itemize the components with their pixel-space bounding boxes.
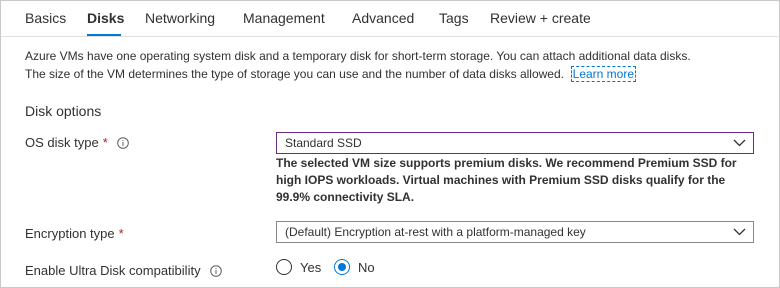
tab-review-create[interactable]: Review + create	[490, 10, 591, 27]
encryption-type-label-text: Encryption type	[25, 226, 115, 241]
tab-networking[interactable]: Networking	[145, 10, 215, 27]
required-marker: *	[118, 226, 124, 241]
hint-line: high IOPS workloads. Virtual machines wi…	[276, 173, 726, 187]
encryption-type-dropdown[interactable]: (Default) Encryption at-rest with a plat…	[276, 221, 754, 243]
section-title-disk-options: Disk options	[25, 103, 102, 119]
disks-description: Azure VMs have one operating system disk…	[25, 47, 765, 83]
tabs-divider	[1, 36, 778, 37]
tab-management[interactable]: Management	[243, 10, 325, 27]
os-disk-type-label-text: OS disk type	[25, 135, 99, 150]
tab-advanced[interactable]: Advanced	[352, 10, 414, 27]
radio-unchecked-icon	[276, 259, 292, 275]
radio-label: No	[358, 259, 375, 275]
radio-checked-icon	[334, 259, 350, 275]
tab-tags[interactable]: Tags	[439, 10, 469, 27]
os-disk-type-hint: The selected VM size supports premium di…	[276, 155, 766, 206]
info-icon[interactable]	[209, 264, 222, 277]
ultra-disk-label-text: Enable Ultra Disk compatibility	[25, 263, 201, 278]
tab-disks[interactable]: Disks	[87, 10, 124, 27]
encryption-type-label: Encryption type *	[25, 226, 124, 241]
os-disk-type-value: Standard SSD	[285, 136, 362, 150]
description-line-2: The size of the VM determines the type o…	[25, 65, 765, 83]
description-line-1: Azure VMs have one operating system disk…	[25, 49, 691, 63]
learn-more-link[interactable]: Learn more	[570, 66, 637, 82]
encryption-type-value: (Default) Encryption at-rest with a plat…	[285, 225, 586, 239]
ultra-disk-no-radio[interactable]: No	[334, 259, 375, 275]
hint-line: 99.9% connectivity SLA.	[276, 190, 415, 204]
radio-label: Yes	[300, 259, 322, 275]
ultra-disk-label: Enable Ultra Disk compatibility	[25, 263, 222, 278]
tab-basics[interactable]: Basics	[25, 10, 66, 27]
tab-bar: Basics Disks Networking Management Advan…	[0, 0, 780, 36]
info-icon[interactable]	[116, 136, 129, 149]
os-disk-type-dropdown[interactable]: Standard SSD	[276, 132, 754, 154]
chevron-down-icon	[733, 228, 746, 236]
ultra-disk-yes-radio[interactable]: Yes	[276, 259, 321, 275]
os-disk-type-label: OS disk type *	[25, 135, 129, 150]
chevron-down-icon	[733, 139, 746, 147]
required-marker: *	[102, 135, 108, 150]
hint-line: The selected VM size supports premium di…	[276, 156, 737, 170]
description-line-2-text: The size of the VM determines the type o…	[25, 67, 564, 81]
